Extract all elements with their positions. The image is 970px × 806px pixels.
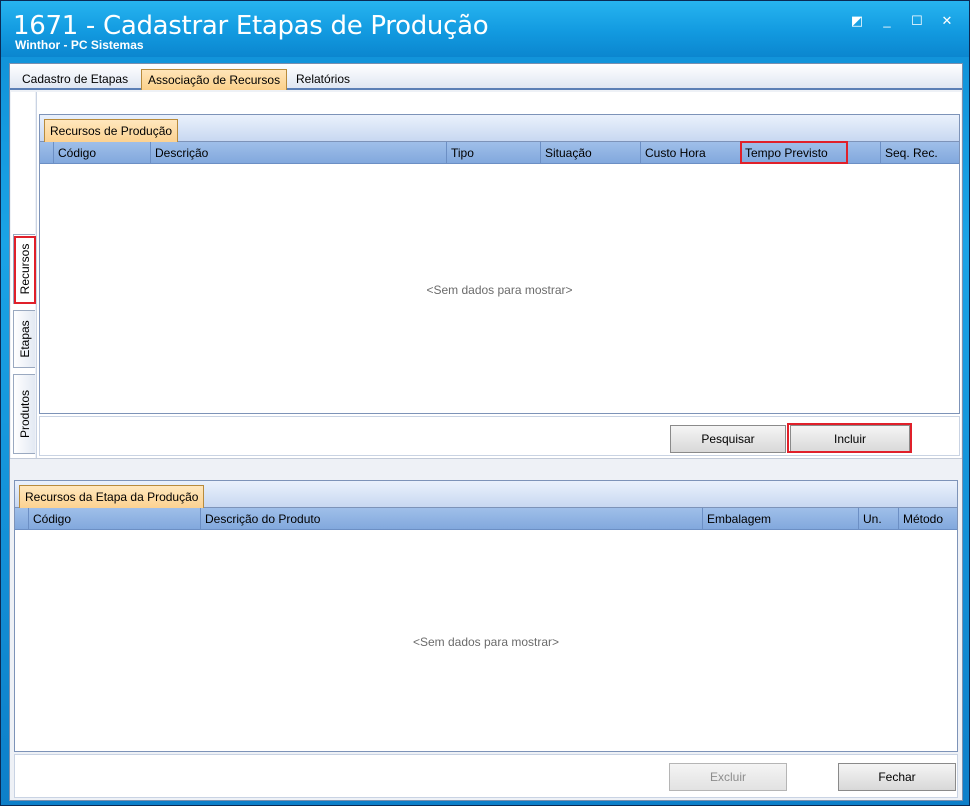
col-codigo[interactable]: Código	[28, 508, 200, 530]
stage-resources-panel-header: Recursos da Etapa da Produção	[15, 481, 957, 508]
maximize-icon[interactable]: ☐	[909, 13, 925, 29]
resources-grid-header: Código Descrição Tipo Situação Custo Hor…	[40, 142, 959, 164]
stage-resources-panel-tab[interactable]: Recursos da Etapa da Produção	[19, 485, 205, 508]
tab-relatorios[interactable]: Relatórios	[290, 69, 356, 90]
stage-resources-empty-message: <Sem dados para mostrar>	[412, 635, 560, 649]
col-descricao-produto[interactable]: Descrição do Produto	[200, 508, 702, 530]
resources-area: Recursos de Produção Código Descrição Ti…	[36, 92, 961, 458]
resources-panel-header: Recursos de Produção	[40, 115, 959, 142]
include-button[interactable]: Incluir	[790, 425, 910, 453]
col-seq-rec[interactable]: Seq. Rec.	[880, 142, 960, 164]
close-icon[interactable]: ✕	[939, 13, 955, 29]
search-button[interactable]: Pesquisar	[670, 425, 786, 453]
side-tab-recursos[interactable]: Recursos	[13, 234, 35, 304]
row-indicator-col	[40, 142, 53, 164]
window-subtitle: Winthor - PC Sistemas	[15, 38, 144, 52]
window-title: 1671 - Cadastrar Etapas de Produção	[13, 11, 489, 41]
col-tempo-previsto[interactable]: Tempo Previsto	[740, 142, 880, 164]
col-codigo[interactable]: Código	[53, 142, 150, 164]
title-bar: 1671 - Cadastrar Etapas de Produção Wint…	[1, 1, 969, 57]
main-tabbar: Cadastro de Etapas Associação de Recurso…	[10, 64, 962, 90]
app-window: 1671 - Cadastrar Etapas de Produção Wint…	[0, 0, 970, 806]
restore-icon[interactable]: ◩	[849, 13, 865, 29]
tab-cadastro-etapas[interactable]: Cadastro de Etapas	[16, 69, 134, 90]
resources-button-strip: Pesquisar Incluir	[39, 416, 960, 456]
side-tab-produtos[interactable]: Produtos	[13, 374, 35, 454]
resources-panel-tab[interactable]: Recursos de Produção	[44, 119, 179, 142]
col-tipo[interactable]: Tipo	[446, 142, 540, 164]
col-situacao[interactable]: Situação	[540, 142, 640, 164]
col-descricao[interactable]: Descrição	[150, 142, 446, 164]
side-tab-produtos-label: Produtos	[17, 389, 32, 439]
col-metodo[interactable]: Método	[898, 508, 958, 530]
resources-empty-message: <Sem dados para mostrar>	[426, 283, 573, 297]
close-button[interactable]: Fechar	[838, 763, 956, 791]
resources-panel: Recursos de Produção Código Descrição Ti…	[39, 114, 960, 414]
col-un[interactable]: Un.	[858, 508, 898, 530]
stage-resources-panel: Recursos da Etapa da Produção Código Des…	[14, 480, 958, 752]
side-tab-etapas[interactable]: Etapas	[13, 310, 35, 368]
col-custo-hora[interactable]: Custo Hora	[640, 142, 740, 164]
row-indicator-col	[15, 508, 28, 530]
side-tabbar: Recursos Etapas Produtos	[11, 92, 35, 458]
footer-button-strip: Excluir Fechar	[14, 754, 958, 798]
section-separator	[10, 458, 962, 466]
client-area: Cadastro de Etapas Associação de Recurso…	[9, 63, 963, 801]
tab-associacao-recursos[interactable]: Associação de Recursos	[141, 69, 288, 90]
minimize-icon[interactable]: _	[879, 13, 895, 29]
window-controls: ◩ _ ☐ ✕	[849, 13, 955, 29]
stage-resources-grid-header: Código Descrição do Produto Embalagem Un…	[15, 508, 957, 530]
side-tab-recursos-label: Recursos	[17, 243, 32, 295]
delete-button[interactable]: Excluir	[669, 763, 787, 791]
col-embalagem[interactable]: Embalagem	[702, 508, 858, 530]
side-tab-etapas-label: Etapas	[17, 320, 32, 358]
